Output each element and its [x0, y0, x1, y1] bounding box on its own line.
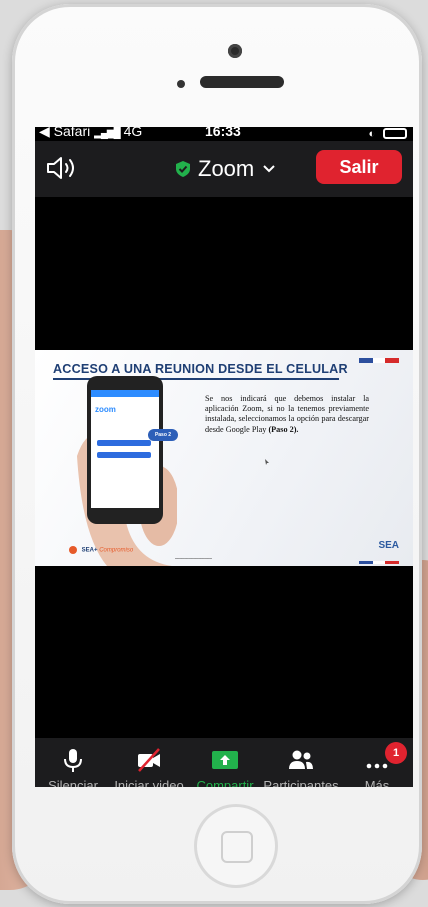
photo-stage: ◀ Safari ▂▄▆█ 4G 16:33 ◐ Zoom Salir ACCE…	[0, 0, 428, 907]
zoom-meeting-header: Zoom Salir	[35, 141, 413, 197]
speaker-icon[interactable]	[45, 155, 79, 181]
signal-bars-icon: ▂▄▆█	[94, 128, 121, 139]
flag-stripe-top	[359, 350, 399, 363]
participants-icon	[289, 750, 313, 769]
mini-download-button	[97, 452, 151, 458]
encryption-shield-icon	[176, 161, 190, 177]
shared-screen-slide: ACCESO A UNA REUNION DESDE EL CELULAR zo…	[35, 350, 413, 566]
earpiece-speaker	[200, 76, 284, 88]
slide-body-text: Se nos indicará que debemos instalar la …	[205, 394, 369, 435]
chevron-down-icon	[263, 165, 275, 173]
status-back-to-app[interactable]: ◀ Safari ▂▄▆█ 4G	[39, 127, 142, 141]
mute-button[interactable]: Silenciar	[35, 738, 111, 787]
share-screen-icon	[212, 751, 238, 769]
slide-title: ACCESO A UNA REUNION DESDE EL CELULAR	[53, 362, 348, 376]
slide-footer-note: ▁▁▁▁▁▁▁▁▁▁▁▁▁▁▁▁	[175, 555, 212, 559]
flag-stripe-bottom	[359, 561, 399, 564]
network-type: 4G	[123, 127, 143, 139]
sea-compromiso-logo: SEA+ Compromiso	[69, 546, 133, 554]
proximity-sensor	[177, 80, 185, 88]
mini-join-button	[97, 440, 151, 446]
sea-logo-right: SEA	[378, 540, 399, 551]
status-icons: ◐	[368, 127, 407, 141]
battery-icon	[383, 127, 407, 139]
mini-browser-bar	[91, 390, 159, 397]
logo-left-main: SEA+	[81, 547, 98, 554]
meeting-title-dropdown[interactable]: Zoom	[175, 155, 276, 183]
phone-screen: ◀ Safari ▂▄▆█ 4G 16:33 ◐ Zoom Salir ACCE…	[35, 127, 413, 787]
start-video-label: Iniciar video	[114, 778, 184, 787]
back-app-label: ◀ Safari	[39, 127, 91, 139]
front-camera	[228, 44, 242, 58]
mute-label: Silenciar	[48, 778, 98, 787]
video-off-icon	[138, 748, 160, 772]
microphone-icon	[64, 749, 82, 772]
more-label: Más	[364, 778, 390, 787]
ios-status-bar: ◀ Safari ▂▄▆█ 4G 16:33 ◐	[35, 127, 413, 141]
share-screen-button[interactable]: Compartir	[187, 738, 263, 787]
participants-button[interactable]: Participantes	[263, 738, 339, 787]
slide-body-bold: (Paso 2).	[268, 424, 299, 434]
share-screen-label: Compartir	[196, 778, 254, 787]
mini-zoom-logo: zoom	[95, 405, 116, 414]
participants-label: Participantes	[263, 778, 339, 787]
meeting-toolbar: Silenciar Iniciar video Compartir Partic…	[35, 738, 413, 787]
notification-badge: 1	[385, 742, 407, 764]
logo-dot-icon	[69, 546, 77, 554]
status-time: 16:33	[205, 127, 241, 139]
home-button[interactable]	[194, 804, 278, 888]
start-video-button[interactable]: Iniciar video	[111, 738, 187, 787]
meeting-title: Zoom	[198, 156, 255, 181]
leave-meeting-button[interactable]: Salir	[316, 150, 402, 184]
logo-left-script: Compromiso	[99, 547, 134, 554]
step-bubble: Paso 2	[148, 429, 178, 441]
pointer-cursor-icon	[265, 459, 269, 465]
orientation-lock-icon: ◐	[368, 128, 376, 140]
